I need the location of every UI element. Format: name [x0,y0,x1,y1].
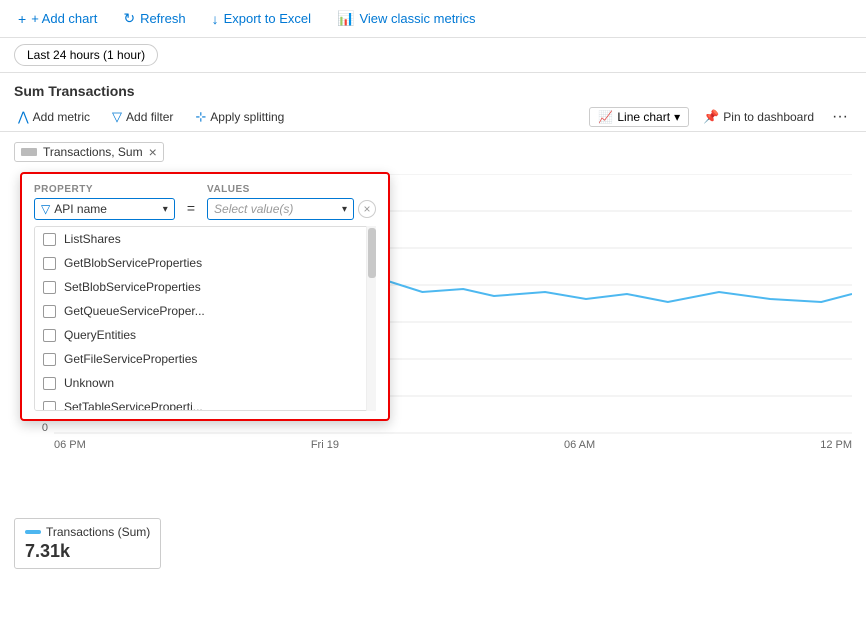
property-chevron-icon: ▾ [163,204,168,215]
metrics-icon: 📊 [337,10,354,27]
more-options-button[interactable]: ··· [828,108,852,126]
legend-item: Transactions (Sum) [25,525,150,539]
chart-toolbar-right: 📈 Line chart ▾ 📌 Pin to dashboard ··· [589,107,852,127]
legend-area: Transactions (Sum) 7.31k [0,512,866,575]
line-chart-icon: 📈 [598,110,613,124]
add-metric-icon: ⋀ [18,109,29,125]
legend-color-swatch [25,530,41,534]
filter-tag: Transactions, Sum × [14,142,164,162]
dropdown-list: ListShares GetBlobServiceProperties SetB… [34,226,376,411]
chart-area: Transactions, Sum × PROPERTY ▽ API name … [0,132,866,512]
chart-toolbar: ⋀ Add metric ▽ Add filter ⊹ Apply splitt… [0,103,866,132]
x-label: 12 PM [820,439,852,451]
list-item-checkbox[interactable] [43,353,56,366]
time-range-bar: Last 24 hours (1 hour) [0,38,866,73]
chevron-down-icon: ▾ [674,110,680,124]
list-item[interactable]: SetBlobServiceProperties [35,275,375,299]
values-select[interactable]: Select value(s) ▾ [207,198,354,220]
view-classic-button[interactable]: 📊 View classic metrics [333,8,480,29]
filter-color-swatch [21,148,37,156]
add-filter-button[interactable]: ▽ Add filter [108,107,177,127]
metric-value: 7.31k [25,541,150,562]
pin-dashboard-button[interactable]: 📌 Pin to dashboard [699,107,818,127]
list-item[interactable]: Unknown [35,371,375,395]
chart-title: Sum Transactions [0,73,866,103]
time-range-pill[interactable]: Last 24 hours (1 hour) [14,44,158,66]
list-item[interactable]: ListShares [35,227,375,251]
export-excel-button[interactable]: ↓ Export to Excel [208,9,315,29]
add-chart-button[interactable]: + + Add chart [14,9,101,29]
list-item-checkbox[interactable] [43,281,56,294]
x-axis: 06 PM Fri 19 06 AM 12 PM [54,437,852,451]
refresh-icon: ↻ [123,10,135,27]
property-section: PROPERTY ▽ API name ▾ [34,184,175,220]
y-label: 0 [42,422,48,434]
download-icon: ↓ [212,11,219,27]
values-section: VALUES Select value(s) ▾ × [207,184,376,220]
list-item-checkbox[interactable] [43,329,56,342]
dropdown-header: PROPERTY ▽ API name ▾ = VALUES Select va… [34,184,376,220]
values-chevron-icon: ▾ [342,204,347,215]
values-close-button[interactable]: × [358,200,376,218]
filter-icon: ▽ [112,109,122,125]
list-item-checkbox[interactable] [43,377,56,390]
x-label: 06 PM [54,439,86,451]
add-metric-button[interactable]: ⋀ Add metric [14,107,94,127]
list-item-checkbox[interactable] [43,401,56,412]
list-item[interactable]: GetQueueServiceProper... [35,299,375,323]
list-item[interactable]: GetFileServiceProperties [35,347,375,371]
property-select[interactable]: ▽ API name ▾ [34,198,175,220]
add-icon: + [18,11,26,27]
filter-dropdown: PROPERTY ▽ API name ▾ = VALUES Select va… [20,172,390,421]
line-chart-button[interactable]: 📈 Line chart ▾ [589,107,689,127]
filter-select-icon: ▽ [41,202,50,216]
list-item-checkbox[interactable] [43,305,56,318]
refresh-button[interactable]: ↻ Refresh [119,8,189,29]
list-item[interactable]: GetBlobServiceProperties [35,251,375,275]
list-item-checkbox[interactable] [43,257,56,270]
x-label: 06 AM [564,439,595,451]
list-item[interactable]: QueryEntities [35,323,375,347]
list-item[interactable]: SetTableServiceProperti... [35,395,375,411]
x-label: Fri 19 [311,439,339,451]
top-toolbar: + + Add chart ↻ Refresh ↓ Export to Exce… [0,0,866,38]
filter-tag-close-button[interactable]: × [149,145,157,159]
scrollbar-thumb[interactable] [368,228,376,278]
pin-icon: 📌 [703,109,719,125]
split-icon: ⊹ [195,109,206,125]
chart-toolbar-left: ⋀ Add metric ▽ Add filter ⊹ Apply splitt… [14,107,288,127]
list-item-checkbox[interactable] [43,233,56,246]
apply-splitting-button[interactable]: ⊹ Apply splitting [191,107,288,127]
scrollbar-track[interactable] [366,226,376,411]
equals-sign: = [185,200,197,220]
